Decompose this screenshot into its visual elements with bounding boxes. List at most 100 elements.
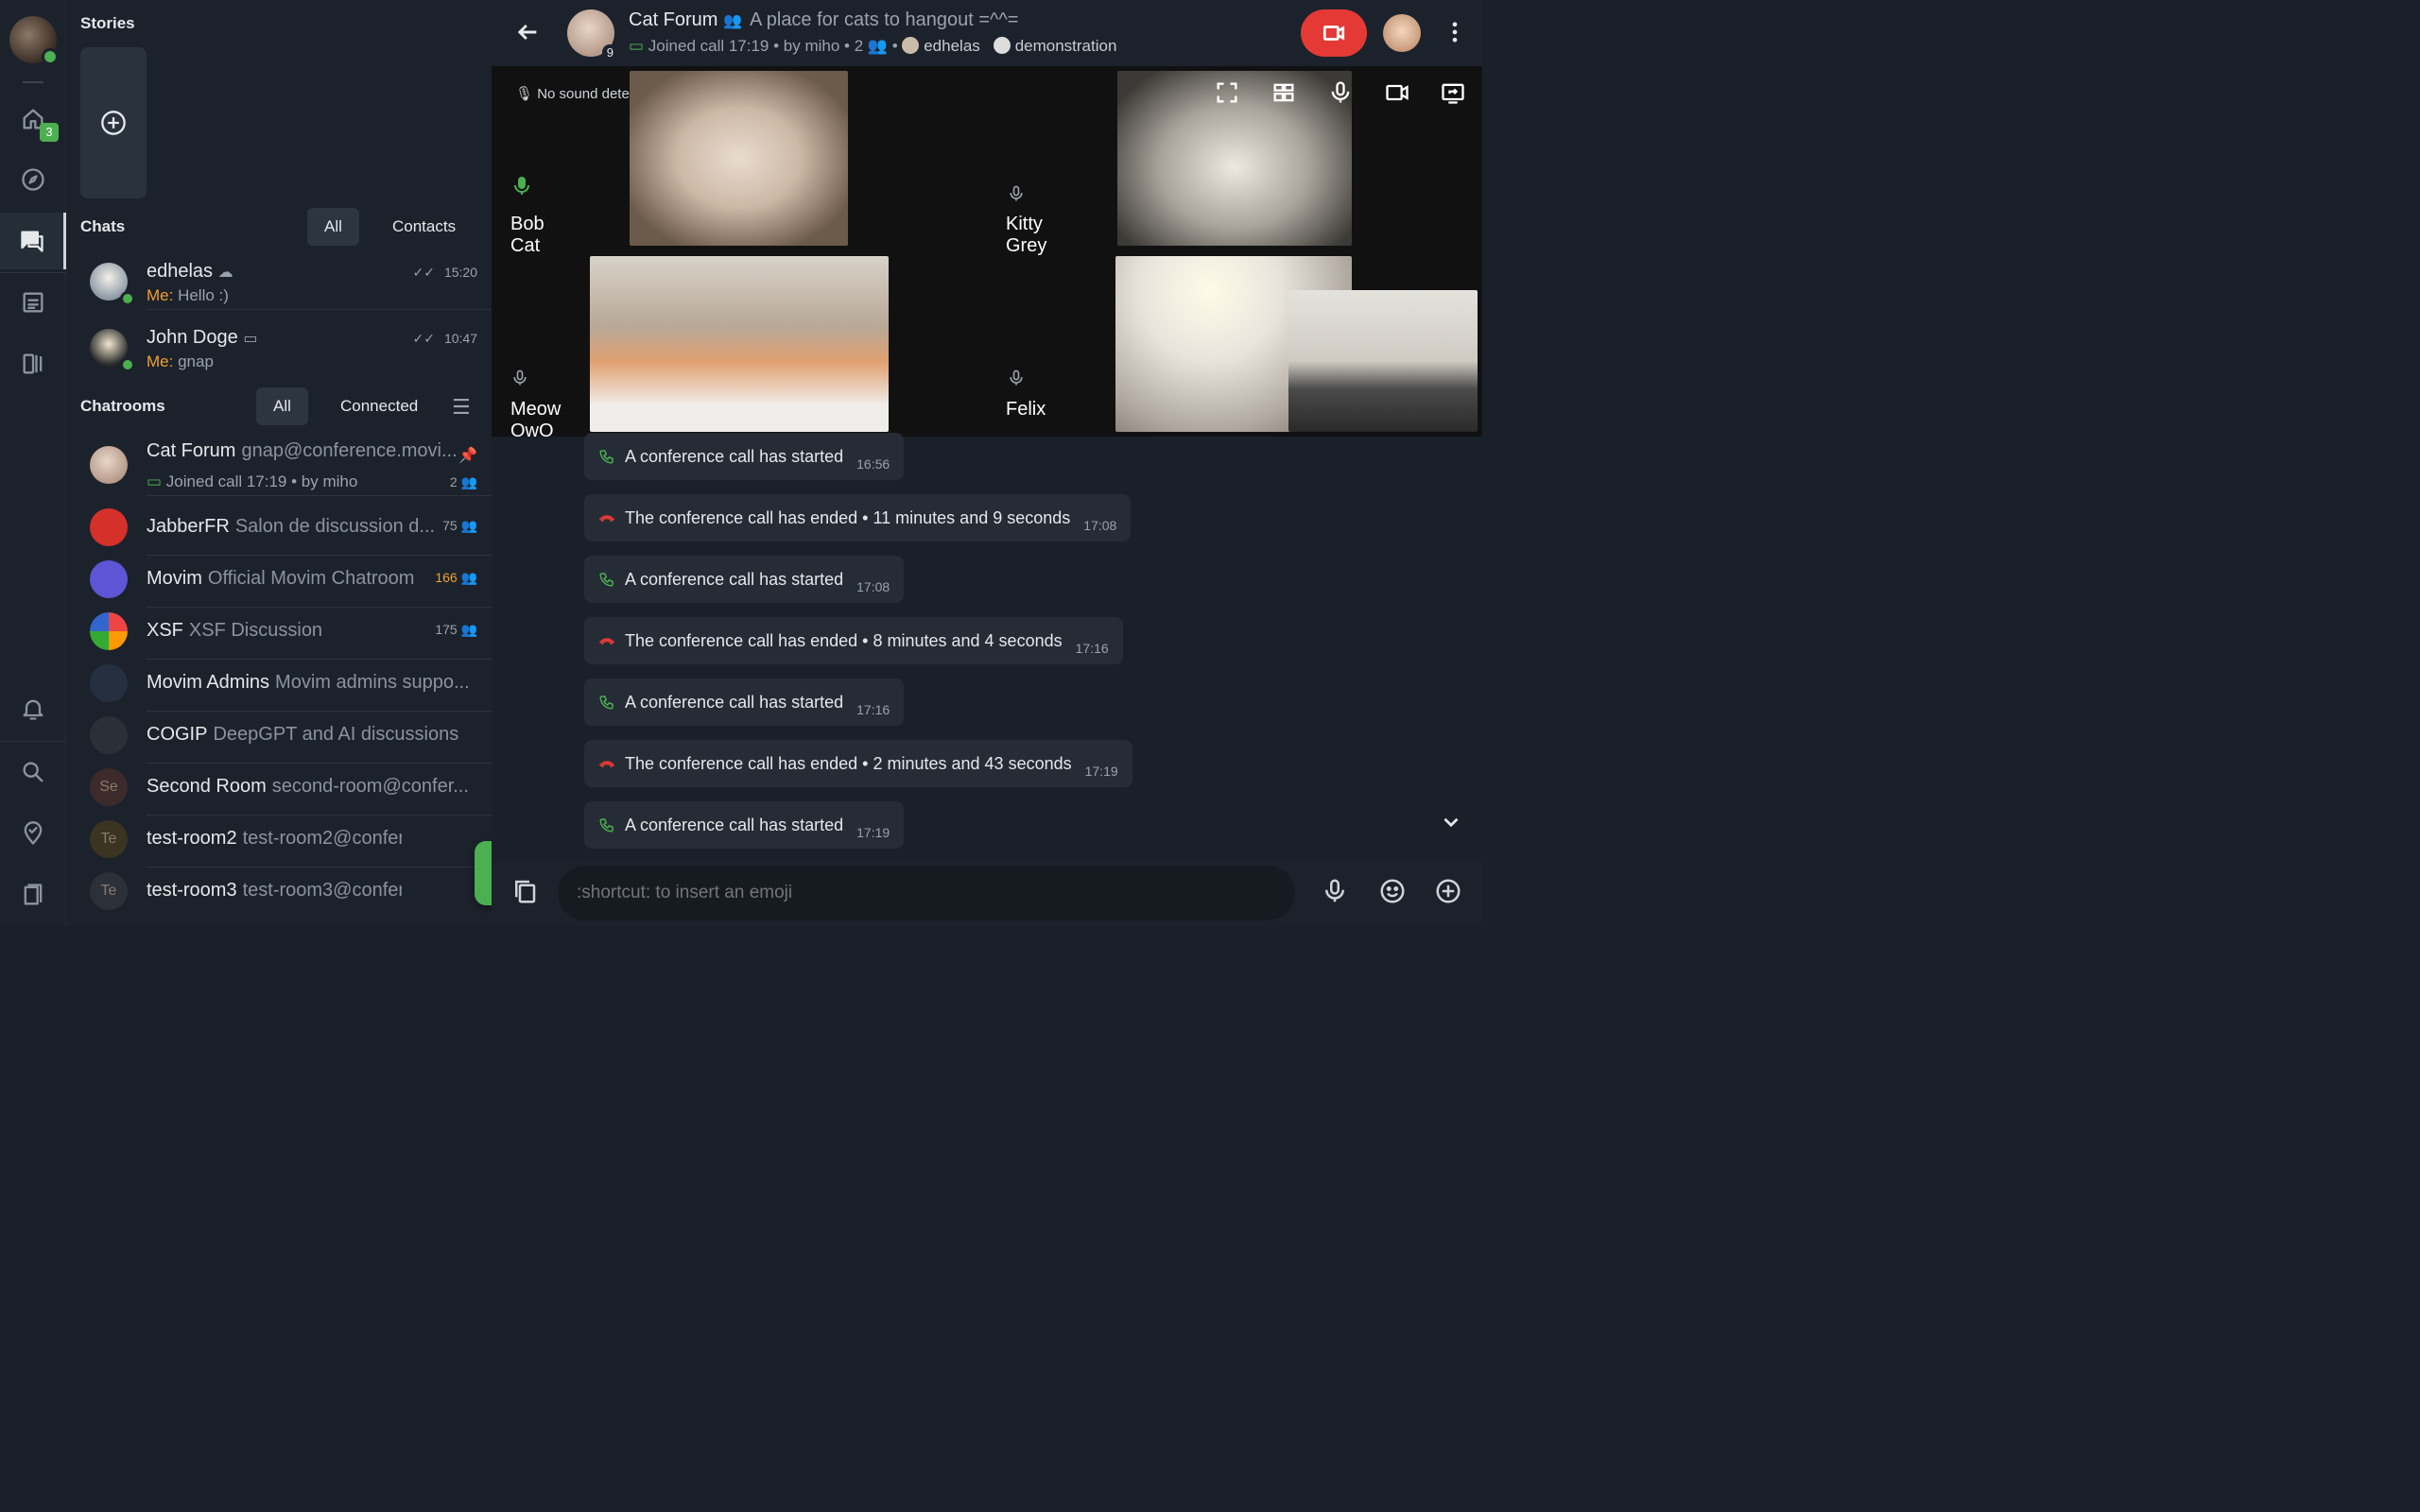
mic-icon: 🎙 — [515, 86, 534, 102]
participant-avatar — [993, 37, 1011, 54]
microphone-icon — [1325, 879, 1344, 902]
room-subtitle: Salon de discussion d... — [234, 516, 436, 537]
fullscreen-button[interactable] — [1214, 79, 1242, 108]
rail-chats[interactable] — [0, 213, 66, 269]
member-count: 166 — [435, 570, 458, 585]
room-name: test-room3 — [147, 880, 237, 901]
attach-file-button[interactable] — [510, 877, 539, 910]
room-name: Cat Forum — [147, 440, 236, 461]
mute-button[interactable] — [1327, 79, 1356, 108]
rail-communities[interactable] — [0, 335, 66, 392]
read-check-icon: ✓✓ — [412, 265, 435, 280]
left-panel: Stories Chats All Contacts edhelas ☁ Me:… — [66, 0, 539, 926]
rail-explore[interactable] — [0, 151, 66, 208]
screen-share-button[interactable] — [1440, 79, 1468, 108]
participant-video — [630, 71, 848, 246]
room-item-test-room2[interactable]: Te test-room2test-room2@conference... — [80, 815, 492, 868]
room-subtitle: DeepGPT and AI discussions — [213, 724, 459, 745]
chat-item-edhelas[interactable]: edhelas ☁ Me: Hello :) ✓✓ 15:20 — [80, 257, 492, 310]
message-input[interactable] — [558, 866, 1295, 920]
nav-rail: 3 — [0, 0, 66, 926]
phone-icon — [599, 573, 614, 587]
room-item-test-room3[interactable]: Te test-room3 test-room3@confer... — [80, 867, 492, 919]
me-prefix: Me: — [147, 286, 174, 304]
room-subtitle: test-room3@confer... — [242, 880, 402, 901]
video-camera-icon — [1386, 84, 1409, 101]
add-story-button[interactable] — [80, 47, 147, 198]
mic-icon — [510, 369, 529, 392]
message-list: A conference call has started 16:56 The c… — [492, 433, 1482, 860]
me-prefix: Me: — [147, 352, 174, 370]
chats-filter-contacts[interactable]: Contacts — [375, 208, 473, 246]
participant-name: Bob Cat — [510, 214, 544, 256]
rail-news[interactable] — [0, 274, 66, 331]
app-root: 3 Stories Chats All Contacts edhelas ☁ M… — [0, 0, 1482, 926]
scroll-to-bottom-button[interactable] — [1427, 803, 1475, 841]
participant-avatar — [902, 37, 920, 54]
room-item-movim-admins[interactable]: Movim Admins Movim admins suppo... — [80, 659, 492, 712]
filter-clear-icon[interactable]: ☰ — [452, 395, 471, 420]
video-call-icon: ▭ — [629, 37, 645, 55]
participant-name: demonstration — [1014, 37, 1117, 55]
emoji-icon — [1380, 879, 1405, 903]
avatar: Se — [90, 768, 128, 806]
chat-name: edhelas — [147, 261, 214, 282]
rail-separator — [23, 81, 43, 83]
layout-button[interactable] — [1270, 79, 1299, 108]
self-video[interactable] — [1288, 290, 1478, 432]
call-event-message: A conference call has started 17:08 — [584, 556, 905, 603]
phone-icon — [599, 450, 614, 464]
voice-message-button[interactable] — [1321, 877, 1349, 910]
call-event-message: The conference call has ended • 11 minut… — [584, 494, 1132, 541]
chat-icon — [20, 231, 43, 252]
rail-notifications[interactable] — [0, 680, 66, 737]
arrow-left-icon — [517, 24, 537, 41]
avatar — [90, 716, 128, 754]
room-item-second-room[interactable]: Se Second Room second-room@confer... — [80, 763, 492, 816]
chat-time: 10:47 — [443, 331, 477, 346]
participant-name: edhelas — [924, 37, 980, 55]
hangup-video-button[interactable] — [1301, 9, 1367, 57]
rail-bookmarks[interactable] — [0, 867, 66, 923]
avatar-count: 9 — [601, 44, 618, 60]
rooms-filter-connected[interactable]: Connected — [323, 387, 435, 425]
participant-name: Kitty Grey — [1006, 214, 1047, 256]
camera-toggle-button[interactable] — [1384, 79, 1412, 108]
call-status: Joined call 17:19 • by miho — [165, 472, 358, 490]
room-item-xsf[interactable]: XSF XSF Discussion 175 👥 — [80, 607, 492, 660]
rooms-filter-all[interactable]: All — [256, 387, 308, 425]
room-item-jabberfr[interactable]: JabberFR Salon de discussion d... 75 👥 — [80, 503, 492, 556]
room-subtitle: Official Movim Chatroom — [207, 568, 415, 589]
dots-vertical-icon — [1452, 22, 1458, 43]
online-indicator — [120, 357, 135, 372]
rail-search[interactable] — [0, 744, 66, 800]
stories-title: Stories — [80, 14, 135, 32]
fullscreen-icon — [1217, 82, 1237, 103]
room-item-cogip[interactable]: COGIP DeepGPT and AI discussions — [80, 711, 492, 764]
my-avatar[interactable] — [9, 16, 59, 65]
chat-header: 9 Cat Forum 👥 A place for cats to hangout… — [492, 0, 1482, 66]
rail-places[interactable] — [0, 805, 66, 862]
room-item-movim[interactable]: Movim Official Movim Chatroom 166 👥 — [80, 555, 492, 608]
mic-active-icon — [510, 175, 533, 202]
my-avatar[interactable] — [1383, 14, 1421, 52]
chat-item-john-doge[interactable]: John Doge ▭ Me: gnap ✓✓ 10:47 — [80, 323, 492, 375]
more-menu-button[interactable] — [1442, 19, 1468, 50]
online-indicator — [120, 291, 135, 306]
emoji-button[interactable] — [1378, 877, 1407, 910]
chats-title: Chats — [80, 217, 126, 235]
back-button[interactable] — [514, 19, 541, 50]
room-name: COGIP — [147, 724, 208, 745]
call-event-message: A conference call has started 17:19 — [584, 801, 905, 849]
search-icon — [23, 762, 43, 782]
add-attachment-button[interactable] — [1434, 877, 1462, 910]
room-item-cat-forum[interactable]: Cat Forum gnap@conference.movi... ▭ Joine… — [80, 437, 492, 496]
people-icon: 👥 — [460, 570, 477, 585]
chats-filter-all[interactable]: All — [307, 208, 359, 246]
room-avatar[interactable]: 9 — [567, 9, 618, 60]
video-camera-icon — [1322, 26, 1345, 41]
bookmark-icon — [24, 884, 43, 905]
room-title: Cat Forum — [629, 9, 718, 30]
room-name: Second Room — [147, 776, 267, 797]
avatar — [90, 446, 128, 484]
